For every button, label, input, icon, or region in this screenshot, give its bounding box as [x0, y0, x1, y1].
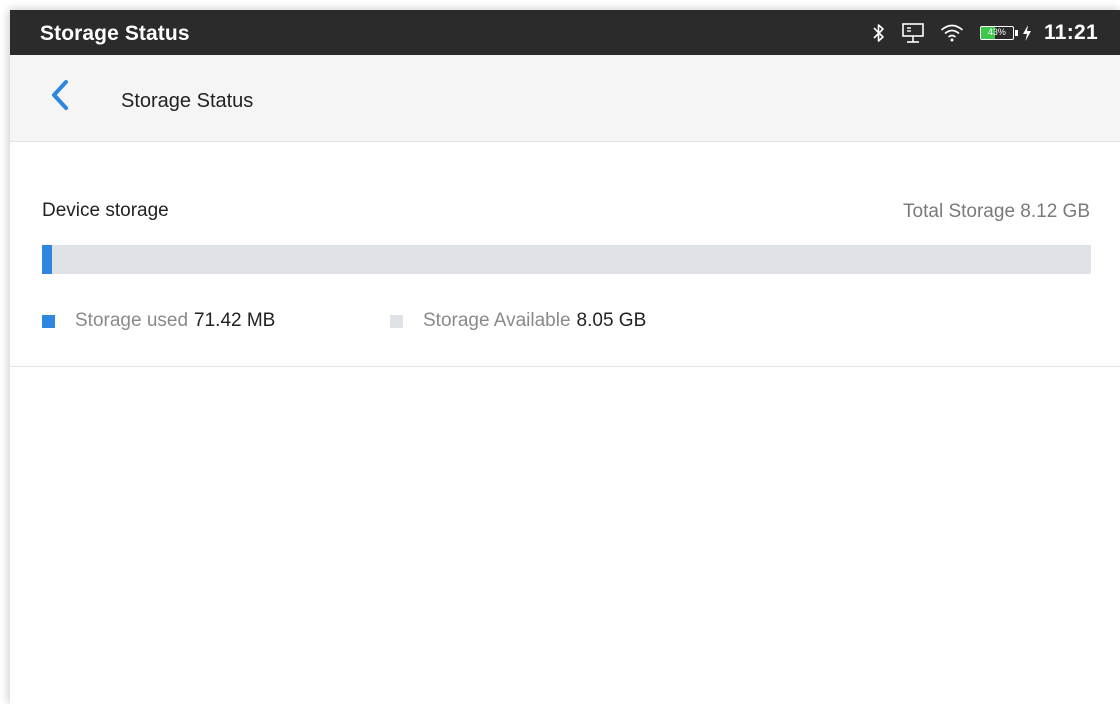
bluetooth-icon	[872, 23, 886, 43]
chevron-left-icon	[50, 79, 70, 116]
storage-available-value: 8.05 GB	[576, 310, 647, 331]
legend-storage-available: Storage Available 8.05 GB	[390, 310, 646, 332]
status-bar-clock: 11:21	[1043, 20, 1098, 44]
device-screen: Storage Status 43% 11:21 Storage Status …	[10, 10, 1120, 704]
page-title: Storage Status	[121, 90, 254, 112]
storage-used-value: 71.42 MB	[194, 310, 276, 331]
storage-usage-bar[interactable]	[42, 245, 1091, 274]
battery-percent: 43%	[987, 27, 1006, 37]
status-bar: Storage Status 43% 11:21	[10, 10, 1120, 55]
battery-icon: 43%	[979, 25, 1018, 40]
storage-used-swatch	[42, 314, 55, 328]
back-button[interactable]	[40, 77, 80, 117]
status-bar-title: Storage Status	[40, 22, 190, 45]
storage-available-label: Storage Available	[423, 310, 571, 331]
storage-used-fill	[42, 245, 52, 274]
battery-indicator: 43%	[979, 25, 1014, 40]
app-bar: Storage Status	[10, 55, 1120, 142]
device-storage-section: Device storage Total Storage 8.12 GB Sto…	[10, 142, 1120, 367]
wifi-icon	[940, 24, 964, 42]
device-storage-heading: Device storage	[42, 200, 169, 221]
storage-used-label: Storage used	[75, 310, 189, 331]
total-storage-label: Total Storage 8.12 GB	[903, 201, 1090, 222]
ethernet-icon	[902, 22, 924, 43]
legend-storage-used: Storage used 71.42 MB	[42, 310, 275, 332]
battery-nub	[1014, 29, 1018, 36]
storage-available-swatch	[390, 314, 403, 328]
status-icons: 43% 11:21	[856, 10, 1098, 55]
charging-icon	[1022, 24, 1032, 41]
